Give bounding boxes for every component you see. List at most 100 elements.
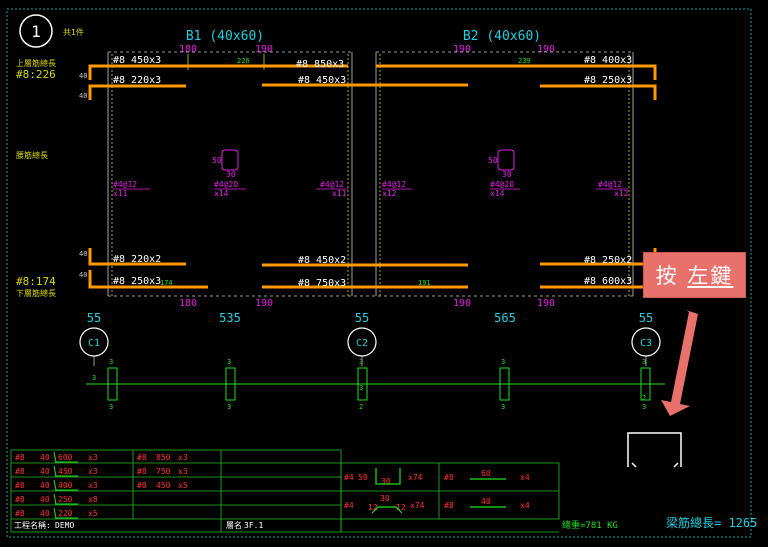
table-cell: #4: [344, 501, 354, 510]
table-cell: 750: [156, 467, 171, 476]
stirrup-spec: #4@12: [320, 180, 344, 189]
rebar-label: #8 450x3: [113, 55, 161, 66]
table-cell: 250: [58, 495, 73, 504]
stirrup-dim: 50: [212, 156, 222, 165]
anchor-length: 40: [79, 250, 87, 258]
table-cell: x4: [520, 501, 530, 510]
beam-outline: [107, 51, 634, 297]
total-length: 梁筋總長= 1265: [666, 515, 757, 530]
dim-b1-bot-left: 180: [179, 298, 197, 309]
table-cell: #8: [444, 473, 454, 482]
project-label: 工程名稱:: [14, 520, 51, 530]
tick-label: 2: [642, 394, 646, 402]
span-1: 535: [219, 311, 241, 325]
table-cell: 30: [380, 494, 390, 503]
table-cell: 40: [481, 497, 491, 506]
rebar-label: #8 600x3: [584, 276, 632, 287]
splice-mark: 239: [518, 57, 531, 65]
rebar-label: #8 220x3: [113, 75, 161, 86]
column-width-c1: 55: [87, 311, 101, 325]
bar-hook: [53, 493, 57, 505]
beam-b2-title: B2 (40x60): [463, 29, 541, 44]
project-name: DEMO: [55, 521, 74, 530]
stirrup-count: x14: [214, 189, 229, 198]
top-length-value: #8:226: [16, 68, 56, 81]
table-cell: 850: [156, 453, 171, 462]
left-click-callout: 按 左鍵: [643, 252, 746, 298]
dim-b1-top-left: 180: [179, 44, 197, 55]
table-cell: 40: [40, 467, 50, 476]
column-label: C3: [640, 338, 652, 349]
bar-hook: [53, 507, 57, 519]
rebar-label: #8 400x3: [584, 55, 632, 66]
column-label: C2: [356, 338, 368, 349]
column-width-c2: 55: [355, 311, 369, 325]
stirrup-spec: #4@12: [598, 180, 622, 189]
beam-number: 1: [31, 22, 41, 41]
tick-label: 2: [359, 403, 363, 411]
stirrup-dim: 30: [226, 170, 236, 179]
table-cell: #8: [137, 481, 147, 490]
bar-hook: [53, 465, 57, 477]
stirrup-spec: #4@20: [214, 180, 238, 189]
stirrup-preview-shape[interactable]: [627, 432, 682, 468]
stirrup-count: x12: [382, 189, 397, 198]
splice-mark: 226: [237, 57, 250, 65]
table-cell: x5: [88, 509, 98, 518]
column-width-c3: 55: [639, 311, 653, 325]
table-cell: 12: [368, 503, 378, 512]
beam-count: 共1件: [63, 27, 84, 37]
table-cell: x3: [88, 453, 98, 462]
table-cell: 40: [40, 453, 50, 462]
bottom-length-label: 下層筋總長: [16, 288, 56, 298]
table-cell: #8: [15, 509, 25, 518]
table-cell: 50: [358, 473, 368, 482]
table-cell: x74: [410, 501, 425, 510]
beam-b1-title: B1 (40x60): [186, 29, 264, 44]
tick-label: 3: [501, 403, 505, 411]
table-cell: x3: [178, 453, 188, 462]
table-cell: 40: [40, 481, 50, 490]
dim-b1-top-right: 190: [255, 44, 273, 55]
rebar-label: #8 450x2: [298, 255, 346, 266]
table-cell: 60: [481, 469, 491, 478]
floor-label: 層名: [226, 520, 242, 530]
table-cell: #8: [15, 481, 25, 490]
tick-label: 3: [109, 403, 113, 411]
table-cell: 220: [58, 509, 73, 518]
tick-label: 3: [92, 374, 96, 382]
splice-mark: 191: [418, 279, 431, 287]
table-cell: 450: [156, 481, 171, 490]
table-cell: #8: [15, 467, 25, 476]
stirrup-spec: #4@20: [490, 180, 514, 189]
rebar-lines[interactable]: [88, 64, 657, 289]
table-cell: x8: [88, 495, 98, 504]
rebar-label: #8 250x2: [584, 255, 632, 266]
table-cell: #8: [444, 501, 454, 510]
dim-b2-bot-right: 190: [537, 298, 555, 309]
drawing-frame: [6, 8, 752, 538]
anchor-length: 40: [79, 271, 87, 279]
table-cell: x5: [178, 481, 188, 490]
strip-diagram: [86, 367, 665, 401]
table-cell: #4: [344, 473, 354, 482]
web-length-label: 腰筋總長: [16, 150, 48, 160]
stirrup-count: x11: [113, 189, 128, 198]
floor-name: 3F.1: [244, 521, 263, 530]
rebar-label: #8 750x3: [298, 278, 346, 289]
rebar-label: #8 220x2: [113, 254, 161, 265]
splice-mark: 174: [160, 279, 173, 287]
table-cell: 40: [40, 495, 50, 504]
dim-b2-top-right: 190: [537, 44, 555, 55]
tick-label: 3: [359, 358, 363, 366]
bar-hook: [53, 479, 57, 491]
table-cell: #8: [15, 453, 25, 462]
table-cell: 30: [381, 477, 391, 486]
anchor-length: 40: [79, 72, 87, 80]
anchor-length: 40: [79, 92, 87, 100]
table-cell: 600: [58, 453, 73, 462]
dim-b2-top-left: 190: [453, 44, 471, 55]
table-cell: #8: [15, 495, 25, 504]
table-cell: 12: [396, 503, 406, 512]
stirrup-count: x11: [332, 189, 347, 198]
